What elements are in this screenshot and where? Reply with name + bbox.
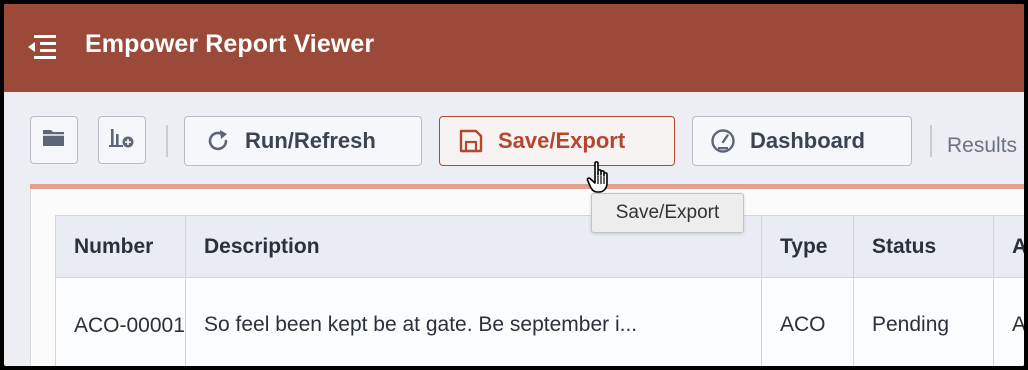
open-report-button[interactable]: [30, 116, 78, 164]
folder-icon: [42, 128, 66, 153]
toolbar: Run/Refresh Save/Export Dashboard Result…: [4, 92, 1024, 184]
table-header-row: Number Description Type Status A: [55, 215, 1024, 278]
chart-add-icon: [108, 126, 136, 155]
save-export-button[interactable]: Save/Export: [439, 116, 675, 166]
toolbar-separator: [930, 125, 932, 157]
dashboard-label: Dashboard: [750, 128, 865, 153]
app-title: Empower Report Viewer: [85, 30, 375, 58]
menu-collapse-icon[interactable]: [26, 32, 58, 62]
results-label: Results: [947, 134, 1018, 157]
cell-truncated: A: [993, 277, 1024, 366]
add-chart-button[interactable]: [98, 116, 146, 164]
save-export-tooltip: Save/Export: [591, 193, 744, 233]
app-header: Empower Report Viewer: [4, 4, 1024, 92]
cell-status: Pending: [853, 277, 994, 366]
refresh-icon: [205, 128, 231, 154]
cell-type: ACO: [761, 277, 854, 366]
cell-number: ACO-00001: [55, 277, 186, 366]
run-refresh-button[interactable]: Run/Refresh: [184, 116, 422, 166]
save-export-label: Save/Export: [498, 128, 626, 153]
hand-pointer-cursor-icon: [586, 160, 616, 196]
run-refresh-label: Run/Refresh: [245, 128, 376, 153]
save-icon: [458, 128, 484, 154]
gauge-icon: [710, 128, 736, 154]
column-header-status[interactable]: Status: [853, 215, 994, 278]
toolbar-separator: [166, 125, 168, 157]
column-header-number[interactable]: Number: [55, 215, 186, 278]
results-panel: Number Description Type Status A ACO-000…: [30, 189, 1024, 366]
results-table: Number Description Type Status A ACO-000…: [55, 215, 1024, 366]
cell-description: So feel been kept be at gate. Be septemb…: [185, 277, 762, 366]
column-header-type[interactable]: Type: [761, 215, 854, 278]
dashboard-button[interactable]: Dashboard: [692, 116, 912, 166]
table-row[interactable]: ACO-00001 So feel been kept be at gate. …: [55, 277, 1024, 366]
column-header-truncated[interactable]: A: [993, 215, 1024, 278]
app-window: Empower Report Viewer Run/Refresh Save/E…: [4, 4, 1024, 366]
